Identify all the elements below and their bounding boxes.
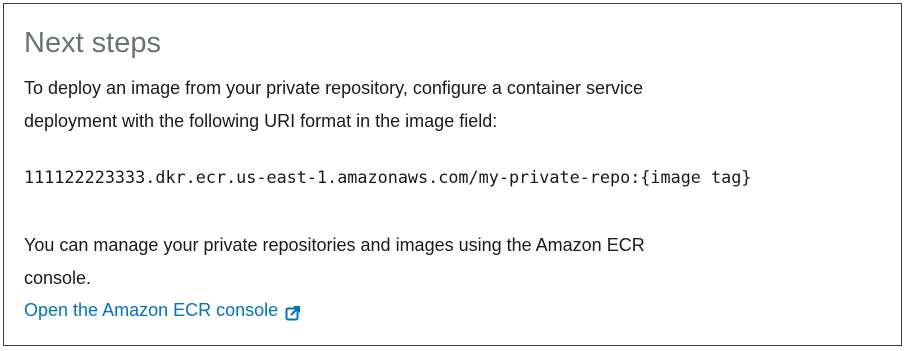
manage-description-line-1: You can manage your private repositories… — [24, 235, 645, 255]
image-uri-format: 111122223333.dkr.ecr.us-east-1.amazonaws… — [24, 167, 752, 187]
panel-title: Next steps — [24, 27, 161, 59]
open-ecr-console-label: Open the Amazon ECR console — [24, 300, 279, 320]
open-ecr-console-link[interactable]: Open the Amazon ECR console — [24, 297, 301, 323]
next-steps-panel: Next steps To deploy an image from your … — [3, 3, 902, 346]
external-link-icon — [285, 302, 301, 321]
manage-description-line-2: console. — [24, 268, 92, 288]
deploy-description-line-1: To deploy an image from your private rep… — [24, 78, 643, 98]
deploy-description-line-2: deployment with the following URI format… — [24, 111, 498, 131]
deploy-description: To deploy an image from your private rep… — [24, 72, 884, 138]
manage-description: You can manage your private repositories… — [24, 229, 884, 295]
